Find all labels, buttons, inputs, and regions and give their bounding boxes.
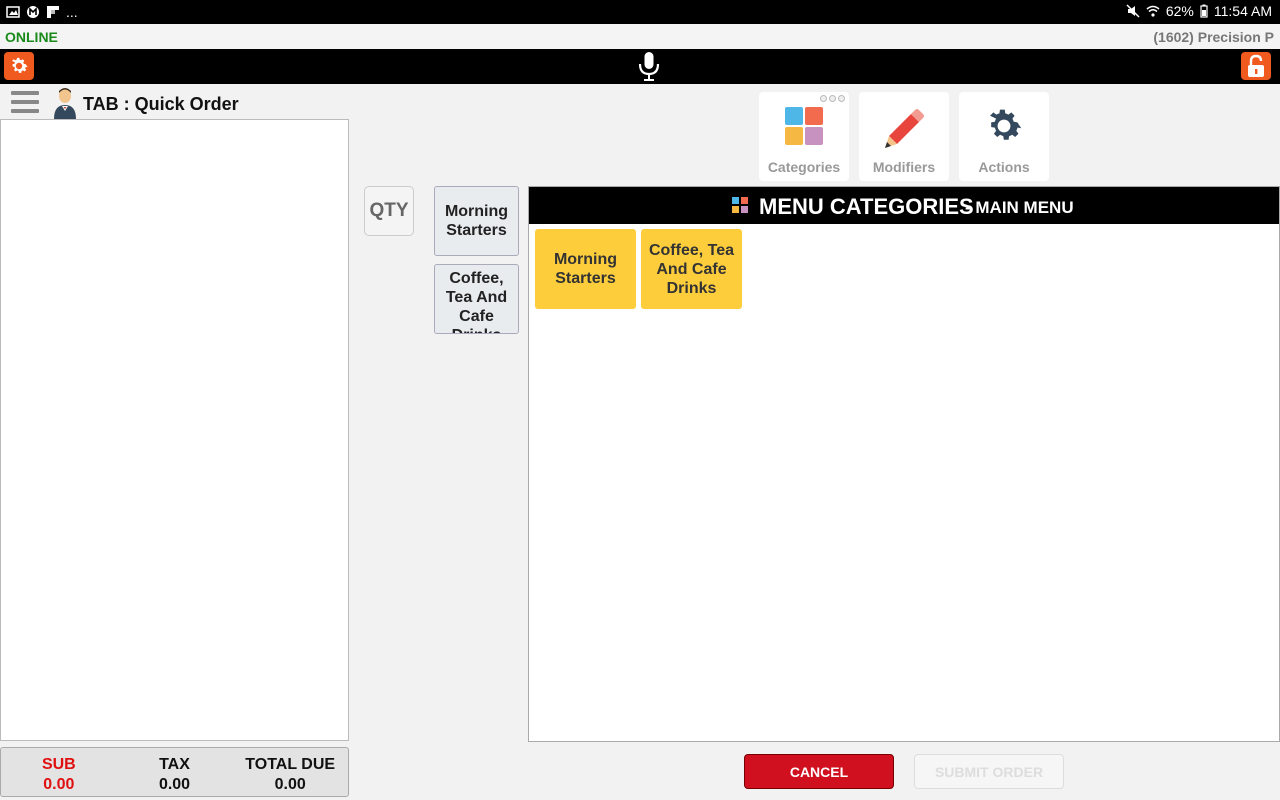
gear-icon [12, 57, 28, 73]
cancel-button[interactable]: CANCEL [744, 754, 894, 789]
notification-icons: ... [6, 4, 78, 20]
tab-title: TAB : Quick Order [83, 94, 239, 114]
menu-header: MENU CATEGORIES - MAIN MENU [529, 187, 1279, 224]
page-dots [820, 95, 845, 102]
order-totals: SUB 0.00 TAX 0.00 TOTAL DUE 0.00 [0, 747, 349, 797]
side-category-morning-starters[interactable]: Morning Starters [434, 186, 519, 256]
total-due-label: TOTAL DUE [245, 756, 336, 773]
menu-header-title: MENU CATEGORIES [759, 194, 974, 219]
qty-button[interactable]: QTY [364, 186, 414, 236]
modifiers-tile[interactable]: Modifiers [859, 92, 949, 181]
total-due-value: 0.00 [274, 776, 306, 793]
system-indicators: 62% 11:54 AM [1126, 3, 1272, 19]
tax-label: TAX [159, 756, 190, 773]
voice-input-button[interactable] [636, 51, 662, 82]
subtotal: SUB 0.00 [1, 748, 117, 796]
app-notification-icon [27, 6, 39, 18]
mute-icon [1126, 4, 1140, 18]
microphone-icon [638, 52, 660, 81]
pencil-icon [885, 109, 924, 148]
store-label: (1602) Precision P [1153, 29, 1274, 45]
clock: 11:54 AM [1213, 3, 1272, 19]
category-button-morning-starters[interactable]: Morning Starters [535, 229, 636, 309]
categories-tile[interactable]: Categories [759, 92, 849, 181]
menu-categories-panel: MENU CATEGORIES - MAIN MENU Morning Star… [528, 186, 1280, 742]
categories-icon [785, 107, 823, 145]
subtotal-label: SUB [41, 756, 76, 773]
settings-button[interactable] [4, 52, 34, 80]
tax: TAX 0.00 [117, 748, 233, 796]
system-status-bar: ... 62% 11:54 AM [0, 0, 1280, 24]
image-notification-icon [6, 6, 20, 18]
tax-value: 0.00 [158, 776, 191, 793]
menu-header-subtitle: - MAIN MENU [965, 198, 1074, 217]
modifiers-tile-label: Modifiers [872, 159, 936, 175]
battery-icon [1200, 4, 1208, 18]
gear-icon [990, 109, 1022, 140]
wifi-icon [1146, 5, 1160, 17]
connection-bar: ONLINE (1602) Precision P [0, 24, 1280, 49]
actions-tile[interactable]: Actions [959, 92, 1049, 181]
categories-tile-label: Categories [767, 159, 841, 175]
battery-percent: 62% [1165, 3, 1194, 19]
order-items-list[interactable] [0, 119, 349, 741]
top-toolbar [0, 49, 1280, 84]
hamburger-menu-icon[interactable] [11, 91, 39, 115]
subtotal-value: 0.00 [43, 776, 75, 793]
submit-order-button[interactable]: SUBMIT ORDER [914, 754, 1064, 789]
unlock-icon [1248, 54, 1264, 77]
lock-button[interactable] [1241, 52, 1271, 80]
connection-status: ONLINE [5, 29, 58, 45]
actions-tile-label: Actions [978, 159, 1030, 175]
waiter-icon [54, 88, 76, 119]
total-due: TOTAL DUE 0.00 [232, 748, 348, 796]
flipboard-notification-icon [47, 6, 59, 18]
side-category-coffee-tea[interactable]: Coffee, Tea And Cafe Drinks [434, 264, 519, 334]
more-notifications-indicator: ... [66, 4, 78, 20]
categories-icon [732, 197, 748, 213]
category-button-coffee-tea[interactable]: Coffee, Tea And Cafe Drinks [641, 229, 742, 309]
